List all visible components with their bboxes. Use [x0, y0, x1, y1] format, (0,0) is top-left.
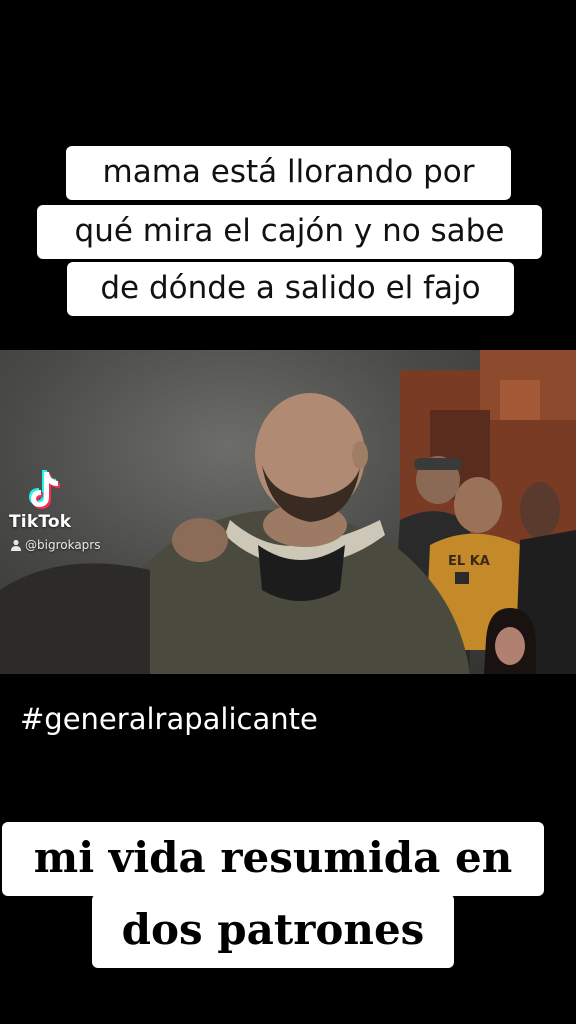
- bottom-caption-line-1: mi vida resumida en: [2, 822, 544, 896]
- foreground-shadow: [0, 563, 150, 674]
- yellow-shirt-person-head: [454, 477, 502, 533]
- username-text: @bigrokaprs: [25, 538, 101, 552]
- top-caption-line-3: de dónde a salido el fajo: [67, 262, 514, 316]
- person-icon: [11, 539, 21, 551]
- man-hand: [172, 518, 228, 562]
- woman-face: [495, 627, 525, 665]
- building-window: [500, 380, 540, 420]
- man-ear: [352, 441, 368, 469]
- shirt-logo: [455, 572, 469, 584]
- crowd-person-right-head: [520, 482, 560, 538]
- video-still-image: EL KA: [0, 350, 576, 674]
- tiktok-brand-label: TikTok: [9, 512, 72, 532]
- tiktok-note-icon: [29, 470, 60, 509]
- video-player[interactable]: EL KA: [0, 350, 576, 674]
- top-caption-line-2: qué mira el cajón y no sabe: [37, 205, 542, 259]
- bottom-caption-line-2: dos patrones: [92, 894, 454, 968]
- shirt-print: EL KA: [448, 554, 490, 569]
- crowd-person-cap: [414, 458, 462, 470]
- top-caption-line-1: mama está llorando por: [66, 146, 511, 200]
- tiktok-username: @bigrokaprs: [10, 538, 100, 552]
- tiktok-video-frame: mama está llorando por qué mira el cajón…: [0, 0, 576, 1024]
- hashtag-text[interactable]: #generalrapalicante: [20, 702, 318, 736]
